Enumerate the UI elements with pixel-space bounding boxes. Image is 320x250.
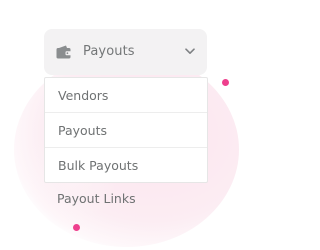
- payouts-dropdown-button[interactable]: Payouts: [44, 29, 207, 75]
- chevron-down-icon: [185, 48, 195, 54]
- menu-item-payouts[interactable]: Payouts: [45, 113, 207, 148]
- stage: Payouts Vendors Payouts Bulk Payouts Pay…: [0, 0, 250, 250]
- wallet-icon: [56, 45, 72, 59]
- menu-item-payout-links[interactable]: Payout Links: [57, 190, 136, 208]
- menu-item-vendors[interactable]: Vendors: [45, 78, 207, 113]
- dropdown-menu: Vendors Payouts Bulk Payouts: [44, 77, 208, 183]
- dropdown-label: Payouts: [83, 44, 135, 59]
- accent-dot: [73, 224, 80, 231]
- menu-item-bulk-payouts[interactable]: Bulk Payouts: [45, 148, 207, 183]
- accent-dot: [222, 79, 229, 86]
